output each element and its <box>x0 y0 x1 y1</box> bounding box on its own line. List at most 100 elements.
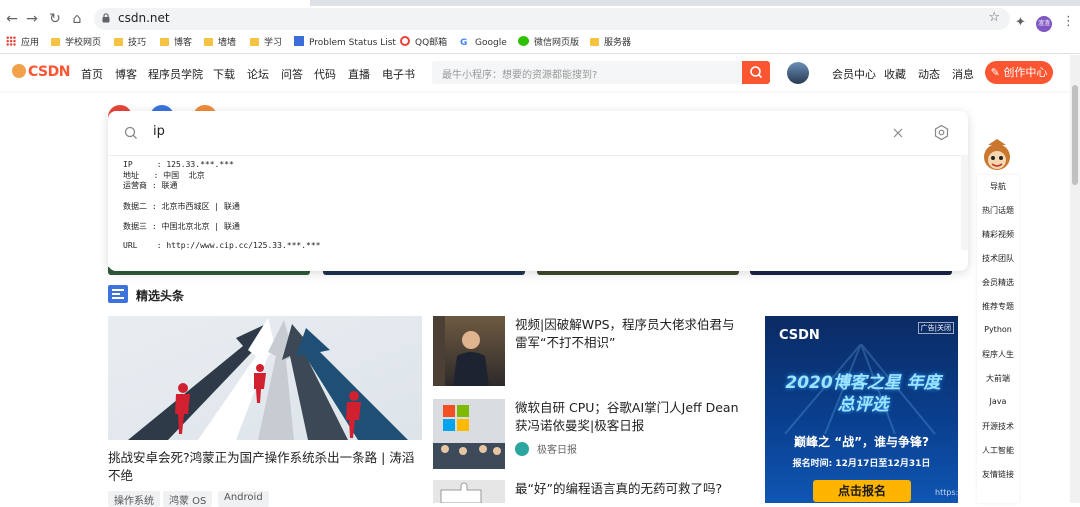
ad-signup-button[interactable]: 点击报名 <box>813 480 911 502</box>
rail-item[interactable]: 技术团队 <box>977 253 1019 264</box>
nav-ebook[interactable]: 电子书 <box>382 66 415 82</box>
browser-toolbar: ← → ↻ ⌂ csdn.net ☆ ✦ 渣渣 ⋮ <box>0 6 1080 32</box>
results-scrollbar[interactable] <box>961 155 968 250</box>
lock-icon <box>102 13 110 23</box>
rail-item[interactable]: 导航 <box>977 181 1019 192</box>
rail-item[interactable]: 推荐专题 <box>977 301 1019 312</box>
feature-image[interactable] <box>108 316 422 440</box>
rail-item[interactable]: Java <box>977 397 1019 406</box>
article-thumbnail[interactable] <box>433 399 505 469</box>
feature-title[interactable]: 挑战安卓会死?鸿蒙正为国产操作系统杀出一条路 | 涛滔不绝 <box>108 449 422 485</box>
bookmark-link[interactable]: G Google <box>460 36 507 50</box>
page-scrollbar[interactable] <box>1070 55 1080 503</box>
site-search-button[interactable] <box>742 61 770 84</box>
ad-date: 报名时间: 12月17日至12月31日 <box>792 459 931 469</box>
ad-close-badge[interactable]: 广告|关闭 <box>917 322 954 334</box>
mascot-icon[interactable] <box>978 137 1016 175</box>
result-line: 数据三 : 中国北京北京 | 联通 <box>123 222 240 231</box>
address-bar[interactable]: csdn.net ☆ <box>94 8 1010 30</box>
nav-home[interactable]: 首页 <box>81 66 103 82</box>
browser-menu-icon[interactable]: ⋮ <box>1062 14 1075 29</box>
bookmark-link[interactable]: Problem Status List <box>294 36 396 50</box>
right-sidebar-nav: 导航 热门话题 精彩视频 技术团队 会员精选 推荐专题 Python 程序人生 … <box>977 175 1019 503</box>
tag[interactable]: 鸿蒙 OS <box>163 491 213 507</box>
ad-banner[interactable]: CSDN 广告|关闭 2020博客之星 年度总评选 巅峰之 “战”，谁与争锋? … <box>765 316 958 503</box>
reload-icon[interactable]: ↻ <box>46 10 64 28</box>
rail-item[interactable]: 会员精选 <box>977 277 1019 288</box>
create-center-button[interactable]: ✎ 创作中心 <box>985 61 1053 84</box>
wechat-icon <box>518 36 529 46</box>
article-thumbnail[interactable] <box>433 316 505 386</box>
search-query: ip <box>153 124 165 139</box>
rail-item[interactable]: 大前端 <box>977 373 1019 384</box>
bookmark-folder[interactable]: 学校网页 <box>51 36 101 50</box>
article-source[interactable]: 极客日报 <box>515 441 577 456</box>
bookmark-folder[interactable]: 墙墙 <box>204 36 236 50</box>
rail-item[interactable]: Python <box>977 325 1019 334</box>
back-icon[interactable]: ← <box>3 10 21 28</box>
bookmark-apps[interactable]: 应用 <box>6 36 39 50</box>
nav-messages[interactable]: 消息 <box>952 66 974 82</box>
search-icon <box>124 126 137 139</box>
site-header: CSDN 首页 博客 程序员学院 下载 论坛 问答 代码 直播 电子书 最牛小程… <box>0 55 1070 91</box>
rail-item[interactable]: 人工智能 <box>977 445 1019 456</box>
pen-icon: ✎ <box>990 66 1004 79</box>
ad-logo: CSDN <box>779 328 820 343</box>
folder-icon <box>160 38 169 46</box>
article-title[interactable]: 视频|因破解WPS，程序员大佬求伯君与雷军“不打不相识” <box>515 316 745 352</box>
home-icon[interactable]: ⌂ <box>68 10 86 28</box>
user-avatar[interactable] <box>787 62 809 84</box>
rail-item[interactable]: 热门话题 <box>977 205 1019 216</box>
nav-favorites[interactable]: 收藏 <box>884 66 906 82</box>
article-thumbnail[interactable] <box>433 480 505 503</box>
search-results: IP : 125.33.***.*** 地址 : 中国 北京 运营商 : 联通 … <box>108 155 961 250</box>
result-line: URL : http://www.cip.cc/125.33.***.*** <box>123 241 321 250</box>
rail-item[interactable]: 程序人生 <box>977 349 1019 360</box>
forward-icon[interactable]: → <box>23 10 41 28</box>
csdn-logo[interactable]: CSDN <box>12 64 70 80</box>
nav-academy[interactable]: 程序员学院 <box>148 66 203 82</box>
folder-icon <box>250 38 259 46</box>
nav-live[interactable]: 直播 <box>348 66 370 82</box>
nav-activity[interactable]: 动态 <box>918 66 940 82</box>
rail-item[interactable]: 开源技术 <box>977 421 1019 432</box>
geek-daily-icon <box>515 442 529 456</box>
qq-mail-icon <box>400 36 410 46</box>
bookmark-link[interactable]: QQ邮箱 <box>400 36 447 50</box>
bookmark-link[interactable]: 微信网页版 <box>518 36 579 50</box>
bookmark-folder[interactable]: 学习 <box>250 36 282 50</box>
bookmark-folder[interactable]: 服务器 <box>590 36 631 50</box>
settings-icon[interactable] <box>933 124 950 141</box>
scrollbar-thumb[interactable] <box>1072 85 1078 185</box>
bookmarks-bar: 应用 学校网页 技巧 博客 墙墙 学习 Problem Status List … <box>0 32 1080 54</box>
bookmark-folder[interactable]: 技巧 <box>114 36 146 50</box>
section-title: 精选头条 <box>136 289 185 303</box>
microsoft-store-photo <box>433 405 505 469</box>
article-title[interactable]: 最“好”的编程语言真的无药可救了吗? <box>515 480 745 498</box>
headline-list-icon <box>108 285 128 303</box>
problem-list-icon <box>294 36 304 46</box>
folder-icon <box>590 38 599 46</box>
tag[interactable]: Android <box>218 491 269 507</box>
site-search-input[interactable]: 最牛小程序：想要的资源都能搜到? <box>432 61 742 84</box>
clear-icon[interactable] <box>893 128 903 138</box>
nav-download[interactable]: 下载 <box>213 66 235 82</box>
nav-forum[interactable]: 论坛 <box>247 66 269 82</box>
bookmark-star-icon[interactable]: ☆ <box>988 10 1000 25</box>
nav-code[interactable]: 代码 <box>314 66 336 82</box>
nav-vip-center[interactable]: 会员中心 <box>832 66 876 82</box>
apps-grid-icon <box>6 36 16 46</box>
search-icon <box>750 66 763 79</box>
article-title[interactable]: 微软自研 CPU；谷歌AI掌门人Jeff Dean获冯诺依曼奖|极客日报 <box>515 399 745 435</box>
rail-item[interactable]: 友情链接 <box>977 469 1019 480</box>
tag[interactable]: 操作系统 <box>108 491 160 507</box>
popup-search-input[interactable]: ip <box>108 111 968 155</box>
result-line: 运营商 : 联通 <box>123 181 178 190</box>
nav-blog[interactable]: 博客 <box>115 66 137 82</box>
bookmark-folder[interactable]: 博客 <box>160 36 192 50</box>
ad-slogan: 巅峰之 “战”，谁与争锋? <box>794 435 929 449</box>
rail-item[interactable]: 精彩视频 <box>977 229 1019 240</box>
extensions-icon[interactable]: ✦ <box>1015 15 1026 30</box>
profile-avatar[interactable]: 渣渣 <box>1036 16 1052 32</box>
nav-qa[interactable]: 问答 <box>281 66 303 82</box>
